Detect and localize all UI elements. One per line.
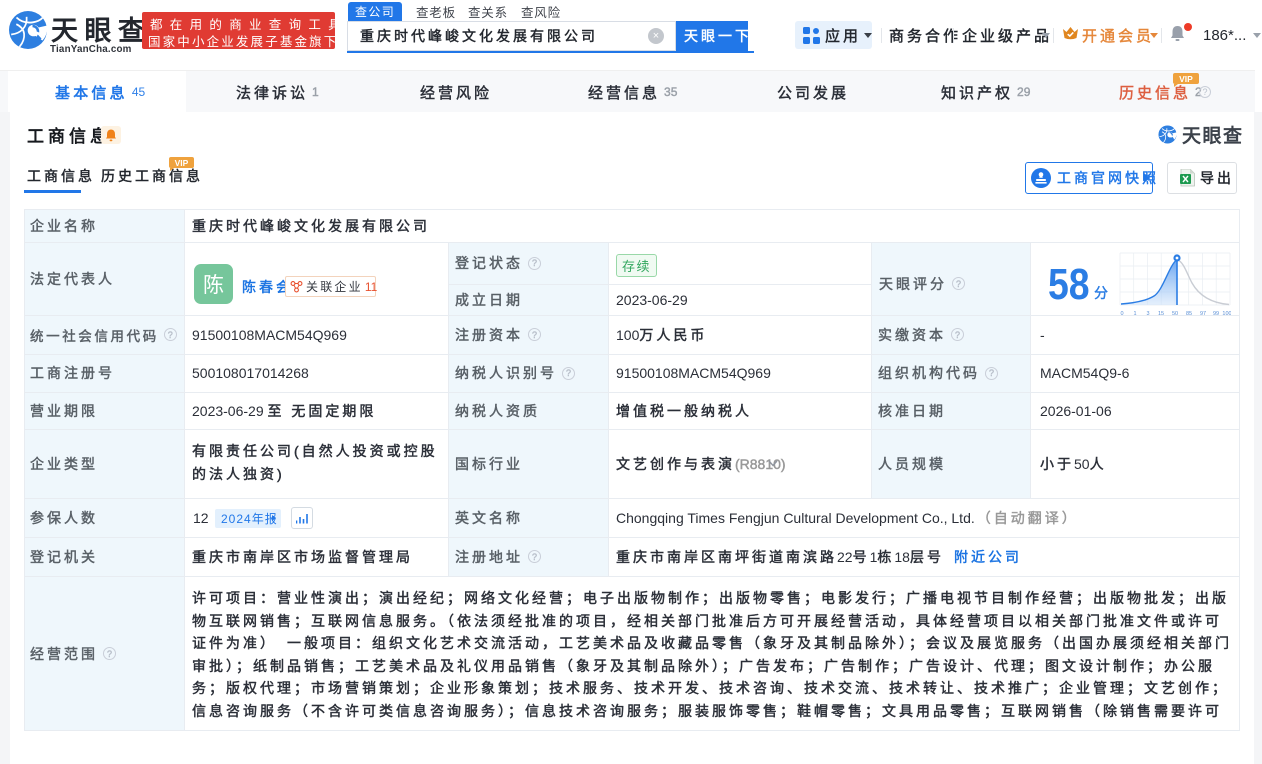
- svg-text:1: 1: [1133, 311, 1136, 317]
- svg-text:0: 0: [1120, 311, 1123, 317]
- svg-text:3: 3: [1146, 311, 1149, 317]
- svg-text:50: 50: [1172, 311, 1178, 317]
- svg-text:97: 97: [1200, 311, 1206, 317]
- svg-text:15: 15: [1158, 311, 1164, 317]
- svg-text:100: 100: [1222, 311, 1231, 317]
- svg-text:85: 85: [1186, 311, 1192, 317]
- svg-text:99: 99: [1213, 311, 1219, 317]
